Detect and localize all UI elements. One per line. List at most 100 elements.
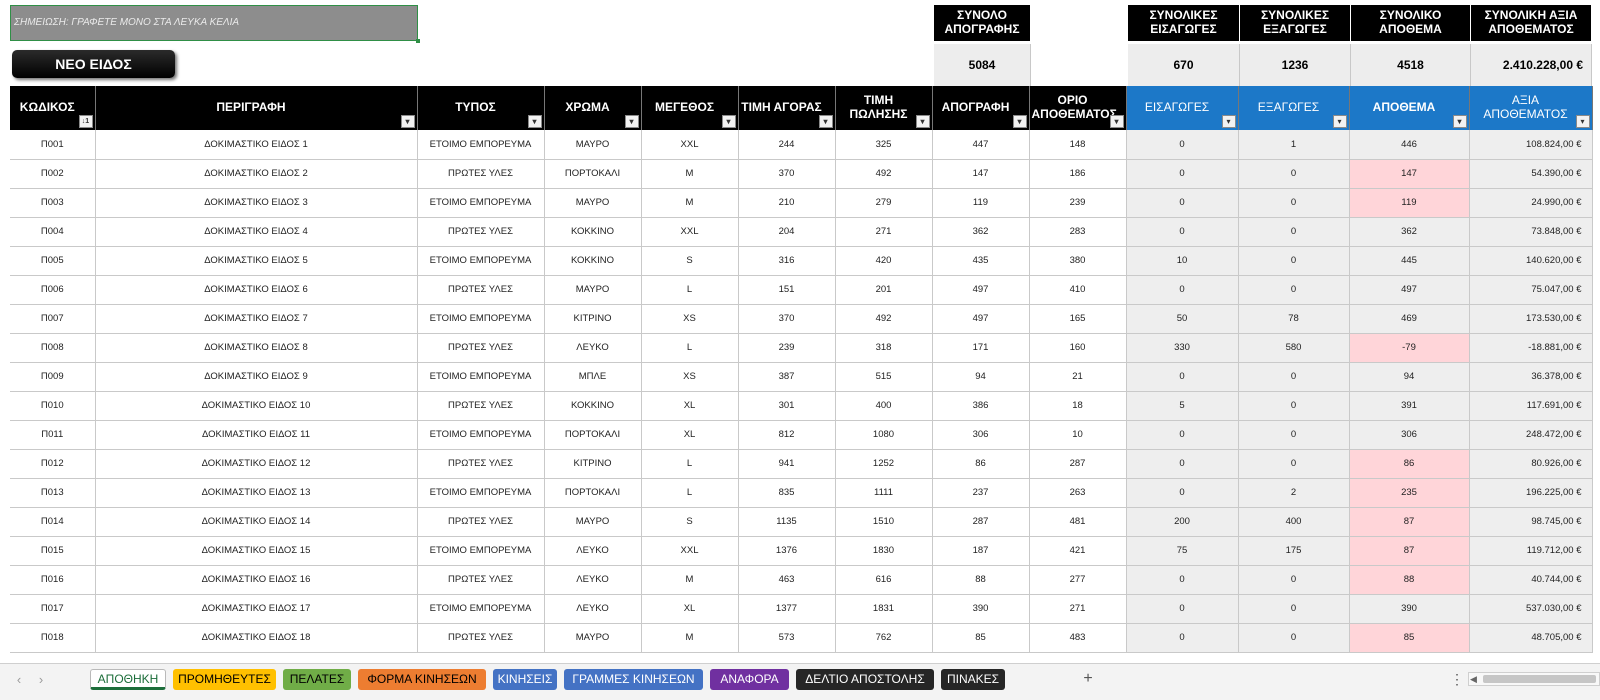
cell-stock-value[interactable]: 537.030,00 € xyxy=(1469,594,1593,624)
cell-code[interactable]: Π006 xyxy=(10,275,96,305)
cell-code[interactable]: Π013 xyxy=(10,478,96,508)
cell-stock-value[interactable]: 54.390,00 € xyxy=(1469,159,1593,189)
cell-code[interactable]: Π003 xyxy=(10,188,96,218)
cell-stock-limit[interactable]: 10 xyxy=(1029,420,1127,450)
cell-color[interactable]: ΚΙΤΡΙΝΟ xyxy=(544,449,642,479)
sheet-tab[interactable]: ΠΙΝΑΚΕΣ xyxy=(941,669,1005,690)
cell-sell-price[interactable]: 325 xyxy=(835,130,933,160)
cell-code[interactable]: Π004 xyxy=(10,217,96,247)
cell-imports[interactable]: 0 xyxy=(1126,623,1239,653)
cell-buy-price[interactable]: 1377 xyxy=(738,594,836,624)
cell-exports[interactable]: 2 xyxy=(1238,478,1350,508)
cell-size[interactable]: M xyxy=(641,188,739,218)
cell-inventory[interactable]: 85 xyxy=(932,623,1030,653)
cell-imports[interactable]: 330 xyxy=(1126,333,1239,363)
cell-description[interactable]: ΔΟΚΙΜΑΣΤΙΚΟ ΕΙΔΟΣ 16 xyxy=(95,565,418,595)
cell-size[interactable]: XL xyxy=(641,594,739,624)
cell-stock-limit[interactable]: 483 xyxy=(1029,623,1127,653)
cell-inventory[interactable]: 147 xyxy=(932,159,1030,189)
cell-stock-limit[interactable]: 410 xyxy=(1029,275,1127,305)
cell-stock-value[interactable]: 73.848,00 € xyxy=(1469,217,1593,247)
cell-stock[interactable]: 94 xyxy=(1349,362,1470,392)
cell-stock-value[interactable]: 24.990,00 € xyxy=(1469,188,1593,218)
cell-stock-value[interactable]: 48.705,00 € xyxy=(1469,623,1593,653)
cell-inventory[interactable]: 447 xyxy=(932,130,1030,160)
dropdown-filter-icon[interactable]: ▾ xyxy=(915,115,930,128)
cell-type[interactable]: ΕΤΟΙΜΟ ΕΜΠΟΡΕΥΜΑ xyxy=(417,246,545,276)
cell-stock-value[interactable]: 119.712,00 € xyxy=(1469,536,1593,566)
cell-imports[interactable]: 0 xyxy=(1126,159,1239,189)
cell-stock-value[interactable]: 108.824,00 € xyxy=(1469,130,1593,160)
cell-type[interactable]: ΕΤΟΙΜΟ ΕΜΠΟΡΕΥΜΑ xyxy=(417,188,545,218)
dropdown-filter-icon[interactable]: ▾ xyxy=(1332,115,1347,128)
cell-type[interactable]: ΕΤΟΙΜΟ ΕΜΠΟΡΕΥΜΑ xyxy=(417,304,545,334)
cell-color[interactable]: ΜΑΥΡΟ xyxy=(544,130,642,160)
cell-size[interactable]: M xyxy=(641,623,739,653)
cell-inventory[interactable]: 86 xyxy=(932,449,1030,479)
cell-inventory[interactable]: 390 xyxy=(932,594,1030,624)
cell-inventory[interactable]: 88 xyxy=(932,565,1030,595)
scroll-left-icon[interactable]: ◀ xyxy=(1470,674,1477,684)
cell-buy-price[interactable]: 573 xyxy=(738,623,836,653)
dropdown-filter-icon[interactable]: ▾ xyxy=(400,115,415,128)
cell-description[interactable]: ΔΟΚΙΜΑΣΤΙΚΟ ΕΙΔΟΣ 7 xyxy=(95,304,418,334)
cell-imports[interactable]: 0 xyxy=(1126,420,1239,450)
cell-stock-value[interactable]: 36.378,00 € xyxy=(1469,362,1593,392)
cell-exports[interactable]: 400 xyxy=(1238,507,1350,537)
cell-stock-value[interactable]: -18.881,00 € xyxy=(1469,333,1593,363)
cell-exports[interactable]: 0 xyxy=(1238,217,1350,247)
cell-imports[interactable]: 0 xyxy=(1126,188,1239,218)
cell-code[interactable]: Π001 xyxy=(10,130,96,160)
cell-exports[interactable]: 0 xyxy=(1238,391,1350,421)
sheet-tab[interactable]: ΔΕΛΤΙΟ ΑΠΟΣΤΟΛΗΣ xyxy=(796,669,934,690)
cell-color[interactable]: ΜΑΥΡΟ xyxy=(544,275,642,305)
cell-size[interactable]: XS xyxy=(641,304,739,334)
cell-sell-price[interactable]: 616 xyxy=(835,565,933,595)
cell-buy-price[interactable]: 244 xyxy=(738,130,836,160)
cell-type[interactable]: ΠΡΩΤΕΣ ΥΛΕΣ xyxy=(417,623,545,653)
cell-size[interactable]: M xyxy=(641,565,739,595)
cell-size[interactable]: L xyxy=(641,275,739,305)
dropdown-filter-icon[interactable]: ▾ xyxy=(1575,115,1590,128)
sheet-tab[interactable]: ΓΡΑΜΜΕΣ ΚΙΝΗΣΕΩΝ xyxy=(564,669,703,690)
cell-stock-value[interactable]: 80.926,00 € xyxy=(1469,449,1593,479)
cell-color[interactable]: ΠΟΡΤΟΚΑΛΙ xyxy=(544,420,642,450)
cell-stock-value[interactable]: 248.472,00 € xyxy=(1469,420,1593,450)
cell-imports[interactable]: 5 xyxy=(1126,391,1239,421)
cell-stock[interactable]: 87 xyxy=(1349,507,1470,537)
cell-inventory[interactable]: 362 xyxy=(932,217,1030,247)
dropdown-filter-icon[interactable]: ▾ xyxy=(818,115,833,128)
sheet-tab[interactable]: ΑΠΟΘΗΚΗ xyxy=(90,669,166,690)
cell-color[interactable]: ΚΟΚΚΙΝΟ xyxy=(544,391,642,421)
cell-description[interactable]: ΔΟΚΙΜΑΣΤΙΚΟ ΕΙΔΟΣ 10 xyxy=(95,391,418,421)
cell-color[interactable]: ΛΕΥΚΟ xyxy=(544,565,642,595)
cell-sell-price[interactable]: 420 xyxy=(835,246,933,276)
cell-description[interactable]: ΔΟΚΙΜΑΣΤΙΚΟ ΕΙΔΟΣ 6 xyxy=(95,275,418,305)
cell-buy-price[interactable]: 463 xyxy=(738,565,836,595)
cell-color[interactable]: ΜΑΥΡΟ xyxy=(544,507,642,537)
cell-sell-price[interactable]: 1510 xyxy=(835,507,933,537)
cell-imports[interactable]: 0 xyxy=(1126,594,1239,624)
cell-sell-price[interactable]: 1830 xyxy=(835,536,933,566)
cell-description[interactable]: ΔΟΚΙΜΑΣΤΙΚΟ ΕΙΔΟΣ 2 xyxy=(95,159,418,189)
cell-stock[interactable]: 306 xyxy=(1349,420,1470,450)
cell-exports[interactable]: 0 xyxy=(1238,565,1350,595)
cell-description[interactable]: ΔΟΚΙΜΑΣΤΙΚΟ ΕΙΔΟΣ 1 xyxy=(95,130,418,160)
cell-stock-limit[interactable]: 287 xyxy=(1029,449,1127,479)
cell-exports[interactable]: 580 xyxy=(1238,333,1350,363)
cell-code[interactable]: Π018 xyxy=(10,623,96,653)
cell-type[interactable]: ΠΡΩΤΕΣ ΥΛΕΣ xyxy=(417,159,545,189)
cell-color[interactable]: ΚΙΤΡΙΝΟ xyxy=(544,304,642,334)
cell-size[interactable]: XS xyxy=(641,362,739,392)
cell-exports[interactable]: 0 xyxy=(1238,275,1350,305)
cell-imports[interactable]: 0 xyxy=(1126,449,1239,479)
cell-color[interactable]: ΠΟΡΤΟΚΑΛΙ xyxy=(544,478,642,508)
cell-buy-price[interactable]: 941 xyxy=(738,449,836,479)
cell-color[interactable]: ΠΟΡΤΟΚΑΛΙ xyxy=(544,159,642,189)
cell-type[interactable]: ΕΤΟΙΜΟ ΕΜΠΟΡΕΥΜΑ xyxy=(417,594,545,624)
cell-buy-price[interactable]: 387 xyxy=(738,362,836,392)
more-dots-icon[interactable]: ⋮ xyxy=(1450,671,1464,688)
sheet-tab[interactable]: ΦΟΡΜΑ ΚΙΝΗΣΕΩΝ xyxy=(358,669,486,690)
cell-stock-limit[interactable]: 18 xyxy=(1029,391,1127,421)
cell-sell-price[interactable]: 271 xyxy=(835,217,933,247)
